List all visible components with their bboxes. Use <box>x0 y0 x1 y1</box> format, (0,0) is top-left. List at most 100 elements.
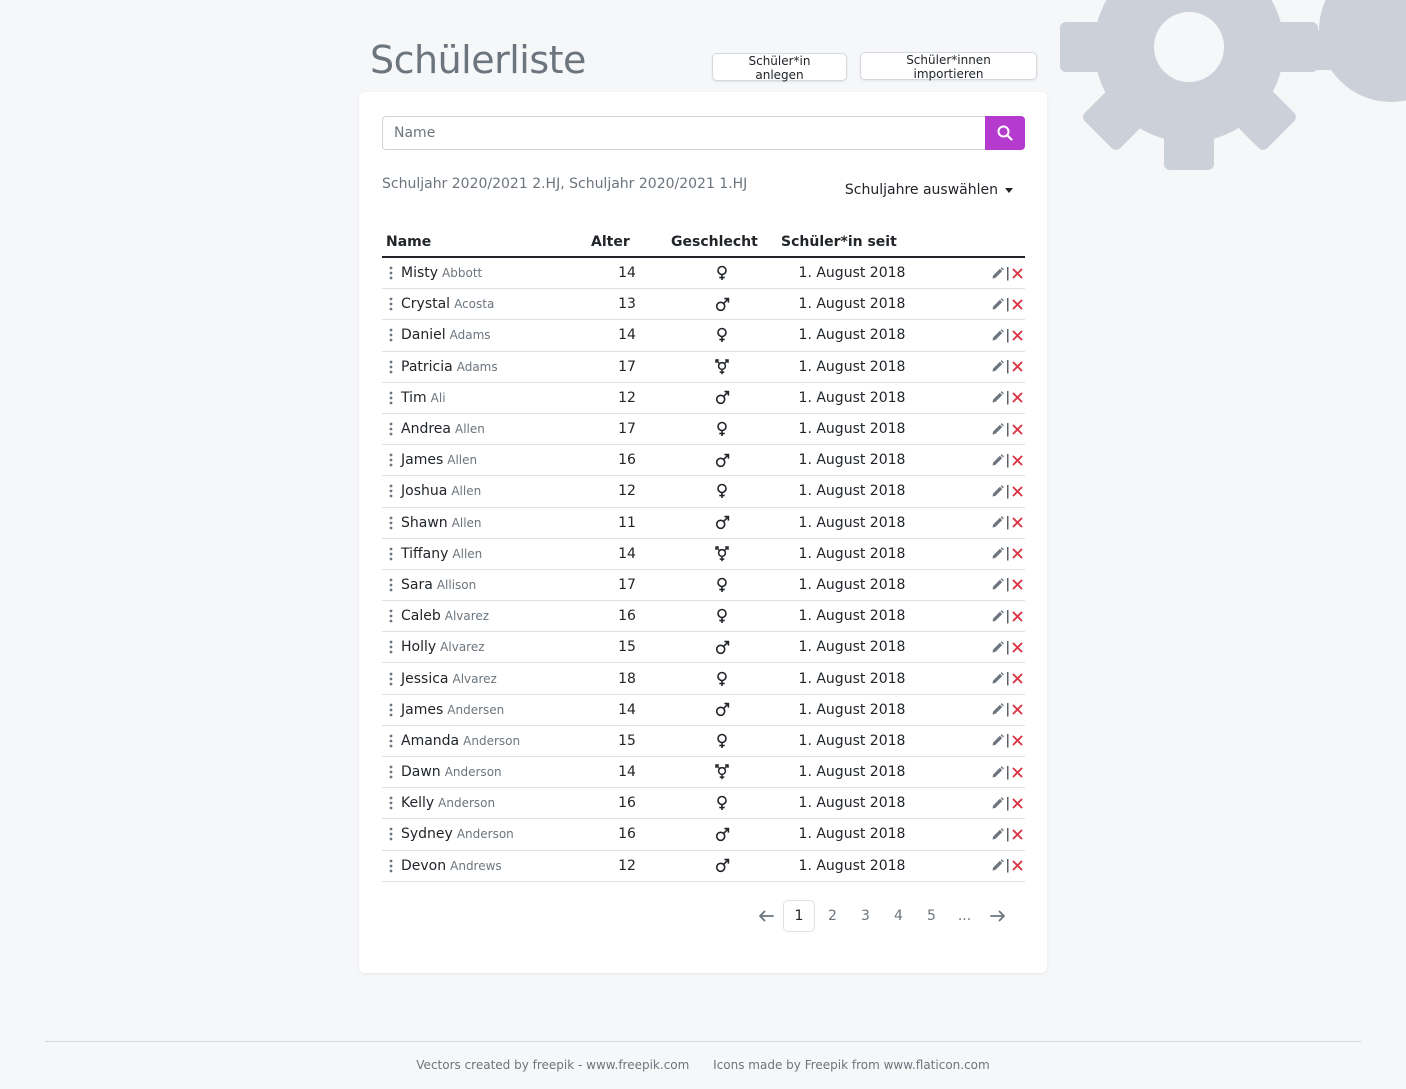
table-row[interactable]: Dawn Anderson 14 1. August 2018 | <box>382 756 1025 789</box>
edit-button[interactable] <box>991 796 1004 810</box>
edit-button[interactable] <box>991 360 1004 373</box>
delete-button[interactable] <box>1012 486 1023 497</box>
page-link-3[interactable]: 3 <box>849 900 882 932</box>
table-row[interactable]: Holly Alvarez 15 1. August 2018 | <box>382 631 1025 664</box>
edit-button[interactable] <box>991 609 1004 623</box>
delete-button[interactable] <box>1012 330 1023 341</box>
table-row[interactable]: Andrea Allen 17 1. August 2018 | <box>382 413 1025 446</box>
row-drag-handle[interactable] <box>382 609 400 623</box>
delete-button[interactable] <box>1012 642 1023 653</box>
row-drag-handle[interactable] <box>382 484 400 498</box>
delete-button[interactable] <box>1012 361 1023 372</box>
delete-button[interactable] <box>1012 424 1023 435</box>
edit-button[interactable] <box>991 640 1004 654</box>
table-row[interactable]: Devon Andrews 12 1. August 2018 | <box>382 850 1025 882</box>
header-gender[interactable]: Geschlecht <box>667 228 777 258</box>
row-drag-handle[interactable] <box>382 859 400 873</box>
edit-button[interactable] <box>991 329 1004 342</box>
delete-button[interactable] <box>1012 860 1023 871</box>
table-row[interactable]: Sara Allison 17 1. August 2018 | <box>382 569 1025 602</box>
edit-button[interactable] <box>991 485 1004 498</box>
search-input[interactable] <box>382 116 985 150</box>
row-drag-handle[interactable] <box>382 734 400 748</box>
footer-credit-vectors[interactable]: Vectors created by freepik - www.freepik… <box>416 1058 689 1072</box>
school-years-dropdown[interactable]: Schuljahre auswählen <box>845 182 1013 198</box>
row-drag-handle[interactable] <box>382 547 400 561</box>
delete-button[interactable] <box>1012 392 1023 403</box>
delete-button[interactable] <box>1012 517 1023 528</box>
table-row[interactable]: Amanda Anderson 15 1. August 2018 | <box>382 725 1025 758</box>
edit-button[interactable] <box>991 391 1004 404</box>
edit-button[interactable] <box>991 547 1004 560</box>
edit-button[interactable] <box>991 578 1004 591</box>
edit-button[interactable] <box>991 734 1004 747</box>
row-drag-handle[interactable] <box>382 640 400 654</box>
search-button[interactable] <box>985 116 1025 150</box>
page-link-5[interactable]: 5 <box>915 900 948 932</box>
delete-button[interactable] <box>1012 268 1023 279</box>
row-drag-handle[interactable] <box>382 422 400 436</box>
delete-button[interactable] <box>1012 548 1023 559</box>
edit-button[interactable] <box>991 453 1004 467</box>
delete-button[interactable] <box>1012 767 1023 778</box>
row-drag-handle[interactable] <box>382 297 400 311</box>
table-row[interactable]: Tim Ali 12 1. August 2018 | <box>382 382 1025 414</box>
row-drag-handle[interactable] <box>382 516 400 530</box>
row-drag-handle[interactable] <box>382 266 400 280</box>
table-row[interactable]: Shawn Allen 11 1. August 2018 | <box>382 507 1025 539</box>
table-row[interactable]: Sydney Anderson 16 1. August 2018 | <box>382 818 1025 851</box>
footer-credit-icons[interactable]: Icons made by Freepik from www.flaticon.… <box>713 1058 990 1072</box>
delete-button[interactable] <box>1012 579 1023 590</box>
table-row[interactable]: Misty Abbott 14 1. August 2018 | <box>382 257 1025 290</box>
row-drag-handle[interactable] <box>382 672 400 686</box>
page-link-1[interactable]: 1 <box>783 900 815 932</box>
delete-button[interactable] <box>1012 611 1023 622</box>
page-link-2[interactable]: 2 <box>816 900 849 932</box>
edit-button[interactable] <box>991 516 1004 529</box>
row-drag-handle[interactable] <box>382 796 400 810</box>
row-drag-handle[interactable] <box>382 827 400 841</box>
header-name[interactable]: Name <box>382 228 587 258</box>
delete-button[interactable] <box>1012 673 1023 684</box>
edit-button[interactable] <box>991 266 1004 280</box>
edit-button[interactable] <box>991 859 1004 872</box>
delete-button[interactable] <box>1012 798 1023 809</box>
table-row[interactable]: Patricia Adams 17 1. August 2018 | <box>382 351 1025 383</box>
caret-down-icon <box>1005 187 1013 193</box>
delete-button[interactable] <box>1012 299 1023 310</box>
header-age[interactable]: Alter <box>587 228 667 258</box>
delete-icon <box>1012 798 1023 809</box>
table-row[interactable]: Crystal Acosta 13 1. August 2018 | <box>382 288 1025 321</box>
edit-button[interactable] <box>991 703 1004 716</box>
edit-button[interactable] <box>991 672 1004 685</box>
table-row[interactable]: James Allen 16 1. August 2018 | <box>382 444 1025 477</box>
next-page-button[interactable] <box>981 900 1014 932</box>
edit-button[interactable] <box>991 828 1004 841</box>
row-drag-handle[interactable] <box>382 578 400 592</box>
table-row[interactable]: Joshua Allen 12 1. August 2018 | <box>382 475 1025 508</box>
delete-button[interactable] <box>1012 704 1023 715</box>
table-row[interactable]: Caleb Alvarez 16 1. August 2018 | <box>382 600 1025 633</box>
previous-page-button[interactable] <box>749 900 782 932</box>
delete-button[interactable] <box>1012 455 1023 466</box>
delete-button[interactable] <box>1012 735 1023 746</box>
page-link-4[interactable]: 4 <box>882 900 915 932</box>
table-row[interactable]: Daniel Adams 14 1. August 2018 | <box>382 319 1025 352</box>
edit-button[interactable] <box>991 422 1004 436</box>
table-row[interactable]: Kelly Anderson 16 1. August 2018 | <box>382 787 1025 820</box>
row-drag-handle[interactable] <box>382 391 400 405</box>
row-drag-handle[interactable] <box>382 765 400 779</box>
table-row[interactable]: Tiffany Allen 14 1. August 2018 | <box>382 538 1025 570</box>
delete-button[interactable] <box>1012 829 1023 840</box>
table-row[interactable]: Jessica Alvarez 18 1. August 2018 | <box>382 662 1025 695</box>
row-drag-handle[interactable] <box>382 453 400 467</box>
edit-button[interactable] <box>991 297 1004 311</box>
row-drag-handle[interactable] <box>382 703 400 717</box>
row-drag-handle[interactable] <box>382 328 400 342</box>
table-row[interactable]: James Andersen 14 1. August 2018 | <box>382 694 1025 726</box>
header-student-since[interactable]: Schüler*in seit <box>777 228 927 258</box>
import-students-button[interactable]: Schüler*innen importieren <box>860 52 1037 81</box>
edit-button[interactable] <box>991 765 1004 779</box>
add-student-button[interactable]: Schüler*in anlegen <box>712 53 847 82</box>
row-drag-handle[interactable] <box>382 360 400 374</box>
